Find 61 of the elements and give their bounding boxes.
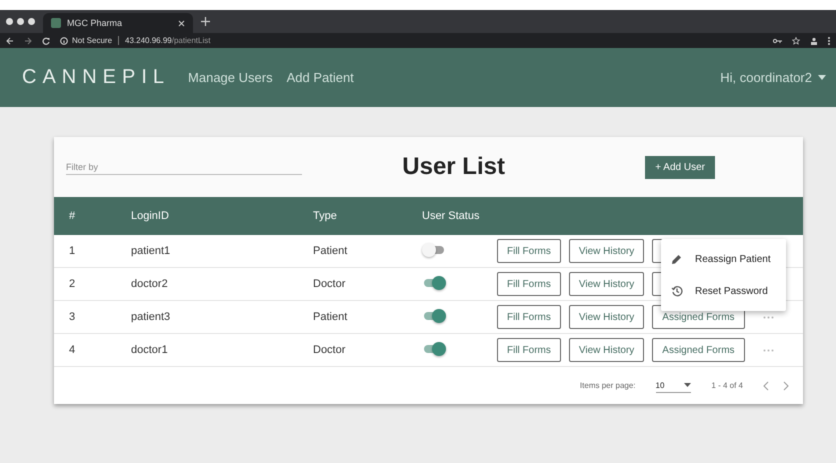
action-button[interactable]: View History bbox=[568, 305, 644, 329]
user-menu[interactable]: Hi, coordinator2 bbox=[720, 70, 826, 85]
info-icon[interactable] bbox=[60, 36, 68, 44]
items-per-page-label: Items per page: bbox=[580, 381, 636, 390]
column-header[interactable]: LoginID bbox=[131, 210, 313, 222]
page-range: 1 - 4 of 4 bbox=[711, 381, 743, 390]
action-button[interactable]: Fill Forms bbox=[497, 272, 561, 296]
url-text[interactable]: 43.240.96.99/patientList bbox=[125, 36, 210, 45]
menu-item[interactable]: Reassign Patient bbox=[661, 243, 786, 275]
action-button[interactable]: Fill Forms bbox=[497, 305, 561, 329]
table-cell-text: Doctor bbox=[313, 344, 346, 356]
menu-item[interactable]: Reset Password bbox=[661, 275, 786, 307]
table-cell-text: doctor1 bbox=[131, 344, 169, 356]
table-cell-text: Patient bbox=[313, 245, 348, 257]
page-title: User List bbox=[401, 153, 506, 181]
table-cell-text: 2 bbox=[68, 278, 76, 290]
table-cell-text: doctor2 bbox=[131, 278, 169, 290]
table-cell-text: 3 bbox=[68, 311, 76, 323]
table-cell-text: 4 bbox=[68, 344, 76, 356]
new-tab-icon[interactable] bbox=[201, 17, 210, 26]
table-cell-text: patient1 bbox=[131, 245, 172, 257]
table-cell-text: patient3 bbox=[131, 311, 172, 323]
table-cell-text: Doctor bbox=[313, 278, 346, 290]
action-button[interactable]: View History bbox=[568, 239, 644, 263]
action-button[interactable]: Fill Forms bbox=[497, 239, 561, 263]
back-icon[interactable] bbox=[6, 36, 14, 44]
status-toggle[interactable] bbox=[422, 242, 446, 256]
browser-tab[interactable]: MGC Pharma bbox=[43, 13, 193, 33]
reload-icon[interactable] bbox=[42, 36, 50, 44]
star-icon[interactable] bbox=[792, 36, 800, 44]
column-header[interactable]: Type bbox=[313, 210, 422, 222]
column-header[interactable]: # bbox=[54, 210, 131, 222]
history-icon bbox=[671, 285, 683, 297]
window-controls[interactable] bbox=[6, 18, 35, 25]
close-icon[interactable] bbox=[178, 20, 185, 26]
profile-icon[interactable] bbox=[810, 36, 818, 44]
action-button[interactable]: Assigned Forms bbox=[652, 338, 745, 362]
table-cell-text: 1 bbox=[68, 245, 76, 257]
action-button[interactable]: Fill Forms bbox=[497, 338, 561, 362]
next-page-icon[interactable] bbox=[783, 380, 789, 390]
column-header[interactable]: User Status bbox=[422, 210, 497, 222]
nav-link[interactable]: Manage Users bbox=[188, 70, 273, 85]
key-icon[interactable] bbox=[773, 38, 782, 44]
pencil-icon bbox=[671, 253, 683, 265]
action-button[interactable]: View History bbox=[568, 338, 644, 362]
logo[interactable]: CANNEPIL bbox=[22, 66, 170, 89]
security-label[interactable]: Not Secure bbox=[72, 36, 112, 45]
table-cell-text: Patient bbox=[313, 311, 348, 323]
nav-link[interactable]: Add Patient bbox=[286, 70, 354, 85]
caret-icon[interactable] bbox=[684, 383, 692, 387]
action-button[interactable]: View History bbox=[568, 272, 644, 296]
previous-page-icon[interactable] bbox=[763, 380, 769, 390]
add-user-button[interactable]: + Add User bbox=[645, 156, 715, 178]
caret-icon[interactable] bbox=[818, 75, 826, 80]
filter-field[interactable]: Filter by bbox=[66, 160, 302, 174]
favicon-icon bbox=[51, 18, 61, 28]
status-toggle[interactable] bbox=[422, 308, 446, 322]
status-toggle[interactable] bbox=[422, 342, 446, 356]
status-toggle[interactable] bbox=[422, 276, 446, 290]
page-size-select[interactable]: 10 bbox=[656, 378, 692, 392]
forward-icon[interactable] bbox=[24, 36, 32, 44]
